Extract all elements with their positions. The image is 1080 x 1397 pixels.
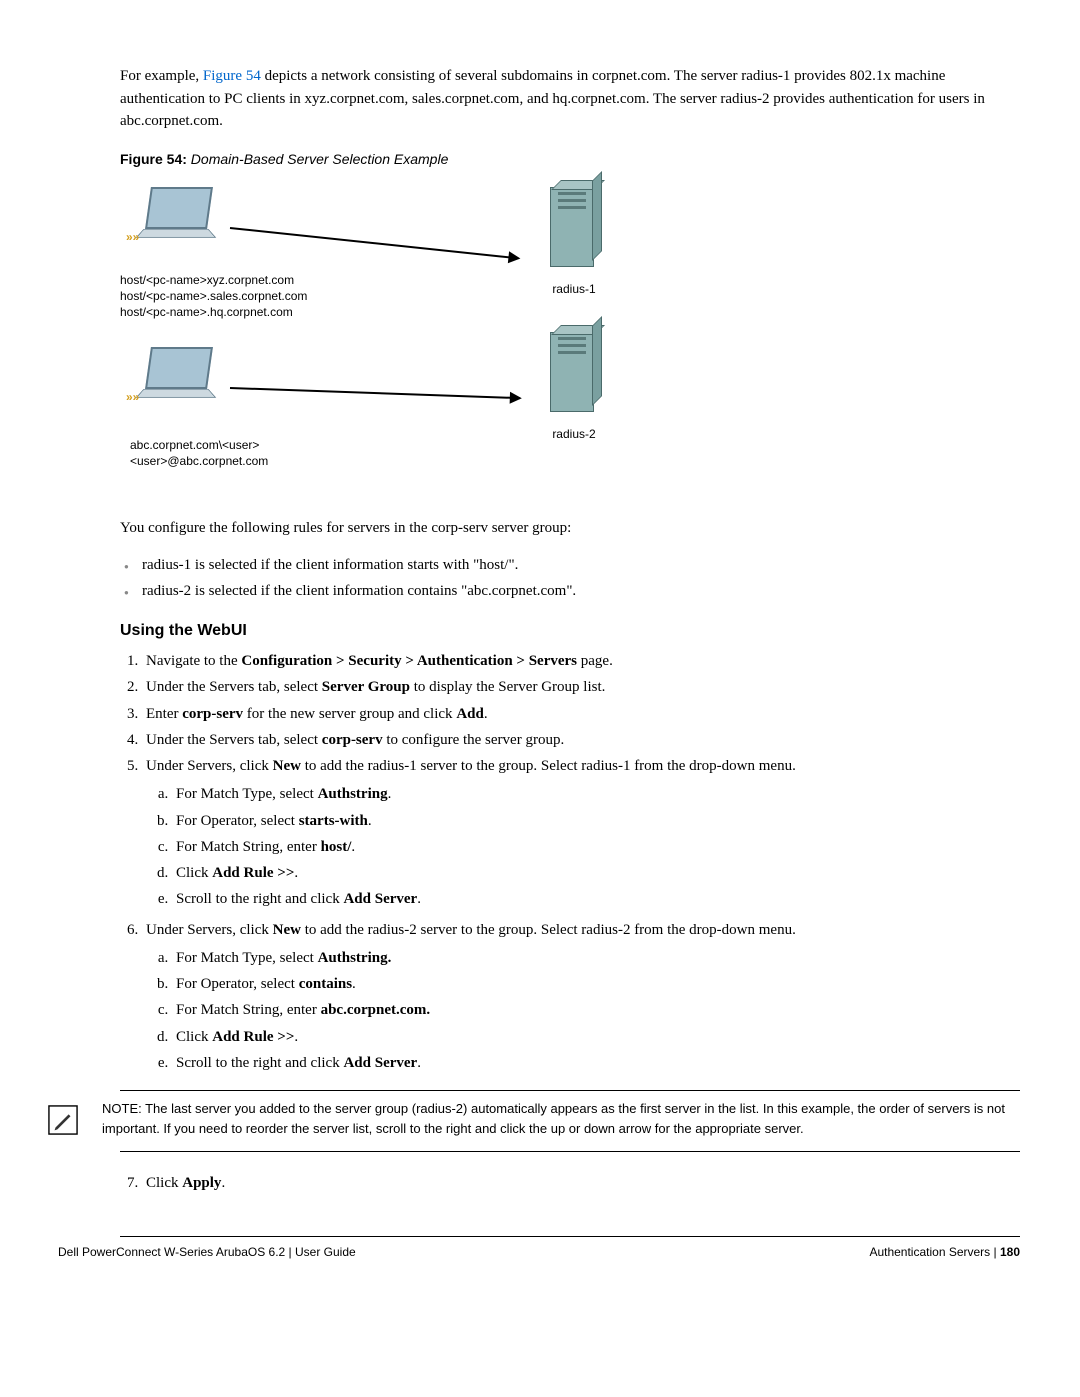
note-text: NOTE: The last server you added to the s… [102, 1099, 1020, 1138]
server-icon: radius-2 [550, 332, 598, 422]
step-6-sub: For Match Type, select Authstring. For O… [146, 945, 1020, 1076]
step-5: Under Servers, click New to add the radi… [142, 753, 1020, 913]
step-5a: For Match Type, select Authstring. [172, 781, 1020, 807]
rule-item: radius-2 is selected if the client infor… [120, 579, 1020, 605]
steps-list: Navigate to the Configuration > Security… [120, 648, 1020, 1076]
rules-intro: You configure the following rules for se… [120, 517, 1020, 540]
step-6d: Click Add Rule >>. [172, 1024, 1020, 1050]
rules-list: radius-1 is selected if the client infor… [120, 553, 1020, 604]
rule-item: radius-1 is selected if the client infor… [120, 553, 1020, 579]
step-5-sub: For Match Type, select Authstring. For O… [146, 781, 1020, 912]
server2-label: radius-2 [550, 427, 598, 441]
step-2: Under the Servers tab, select Server Gro… [142, 674, 1020, 700]
footer-left: Dell PowerConnect W-Series ArubaOS 6.2 |… [58, 1245, 356, 1259]
figure-title: Domain-Based Server Selection Example [187, 151, 448, 167]
step-5b: For Operator, select starts-with. [172, 808, 1020, 834]
arrow-icon [230, 387, 520, 399]
server1-label: radius-1 [550, 282, 598, 296]
page-footer: Dell PowerConnect W-Series ArubaOS 6.2 |… [120, 1236, 1020, 1259]
note-box: NOTE: The last server you added to the s… [120, 1090, 1020, 1152]
step-5e: Scroll to the right and click Add Server… [172, 886, 1020, 912]
note-pencil-icon [48, 1105, 86, 1141]
laptop2-labels: abc.corpnet.com\<user> <user>@abc.corpne… [130, 437, 268, 469]
figure-label: Figure 54: [120, 151, 187, 167]
step-6: Under Servers, click New to add the radi… [142, 917, 1020, 1077]
footer-right: Authentication Servers | 180 [869, 1245, 1020, 1259]
server-icon: radius-1 [550, 187, 598, 277]
step-6a: For Match Type, select Authstring. [172, 945, 1020, 971]
section-heading: Using the WebUI [120, 622, 1020, 640]
wifi-icon: »» [126, 390, 139, 404]
step-5d: Click Add Rule >>. [172, 860, 1020, 886]
arrow-icon [230, 227, 519, 259]
step-6c: For Match String, enter abc.corpnet.com. [172, 997, 1020, 1023]
step-6e: Scroll to the right and click Add Server… [172, 1050, 1020, 1076]
laptop-icon: »» [140, 187, 220, 242]
laptop-icon: »» [140, 347, 220, 402]
laptop1-labels: host/<pc-name>xyz.corpnet.com host/<pc-n… [120, 272, 307, 321]
figure-link[interactable]: Figure 54 [203, 68, 261, 84]
step-5c: For Match String, enter host/. [172, 834, 1020, 860]
step-1: Navigate to the Configuration > Security… [142, 648, 1020, 674]
figure-caption: Figure 54: Domain-Based Server Selection… [120, 151, 1020, 167]
step-7: Click Apply. [142, 1170, 1020, 1196]
intro-paragraph: For example, Figure 54 depicts a network… [120, 65, 1020, 133]
wifi-icon: »» [126, 230, 139, 244]
intro-prefix: For example, [120, 68, 203, 84]
steps-list-cont: Click Apply. [120, 1170, 1020, 1196]
step-6b: For Operator, select contains. [172, 971, 1020, 997]
step-4: Under the Servers tab, select corp-serv … [142, 727, 1020, 753]
network-diagram: »» radius-1 host/<pc-name>xyz.corpnet.co… [120, 177, 680, 487]
step-3: Enter corp-serv for the new server group… [142, 701, 1020, 727]
